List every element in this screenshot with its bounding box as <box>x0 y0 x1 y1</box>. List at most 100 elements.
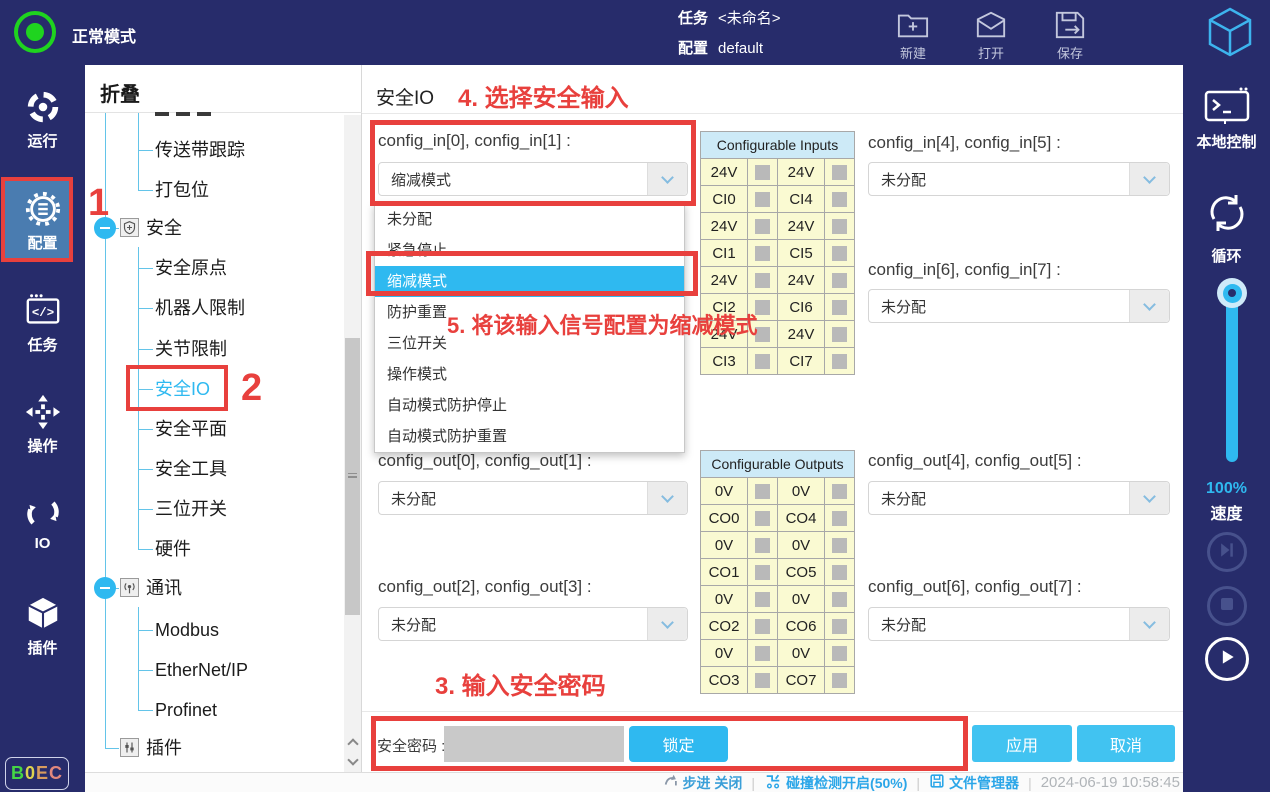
config-row: 配置 default <box>678 37 763 58</box>
brand-letter: C <box>49 763 64 783</box>
io-state-indicator <box>824 531 855 559</box>
new-button[interactable]: 新建 <box>885 7 941 62</box>
brand-letter: E <box>36 763 50 783</box>
tree-item-communication[interactable]: 通讯 <box>146 576 182 600</box>
chevron-down-icon <box>647 482 687 514</box>
tree-item-profinet[interactable]: Profinet <box>155 698 217 722</box>
safety-password-input[interactable] <box>444 726 624 762</box>
file-manager-button[interactable]: 文件管理器 <box>929 773 1019 792</box>
collapse-icon[interactable] <box>94 577 116 599</box>
collision-detection-toggle[interactable]: 碰撞检测开启(50%) <box>764 773 907 792</box>
mode-status-icon <box>14 11 56 53</box>
dropdown-option[interactable]: 紧急停止 <box>375 235 684 266</box>
lock-button[interactable]: 锁定 <box>629 726 728 762</box>
tree-item-robot-limits[interactable]: 机器人限制 <box>155 296 245 320</box>
collapse-icon[interactable] <box>94 217 116 239</box>
stop-button[interactable] <box>1207 586 1247 626</box>
dropdown-option[interactable]: 三位开关 <box>375 328 684 359</box>
sidebar-item-label: 配置 <box>27 235 58 252</box>
tree-item-safety-planes[interactable]: 安全平面 <box>155 417 227 441</box>
tree-item-plugins[interactable]: 插件 <box>146 736 182 760</box>
config-in-6-7-select[interactable]: 未分配 <box>868 289 1170 323</box>
tree-item-joint-limits[interactable]: 关节限制 <box>155 337 227 361</box>
speed-value: 100% <box>1206 480 1247 497</box>
file-manager-label: 文件管理器 <box>949 774 1020 791</box>
tree-item-conveyor-tracking[interactable]: 传送带跟踪 <box>155 138 245 162</box>
dropdown-option[interactable]: 操作模式 <box>375 359 684 390</box>
sidebar-item-run[interactable]: 运行 <box>0 88 85 151</box>
io-state-indicator <box>824 185 855 213</box>
tree-scrollbar[interactable] <box>344 115 361 772</box>
sidebar-item-io[interactable]: IO <box>0 495 85 552</box>
config-in-0-1-select[interactable]: 缩减模式 <box>378 162 688 196</box>
play-button[interactable] <box>1205 637 1249 681</box>
io-state-indicator <box>747 477 778 505</box>
scrollbar-thumb[interactable] <box>345 338 360 615</box>
sidebar-item-label: 插件 <box>27 640 58 657</box>
config-out-6-7-select[interactable]: 未分配 <box>868 607 1170 641</box>
io-cell: CO6 <box>777 612 825 640</box>
tree-line <box>138 113 139 190</box>
config-out-2-3-select[interactable]: 未分配 <box>378 607 688 641</box>
code-window-icon: </> <box>0 292 85 330</box>
tree-item-modbus[interactable]: Modbus <box>155 618 219 642</box>
tree-item-three-position-switch[interactable]: 三位开关 <box>155 497 227 521</box>
stop-icon <box>1218 595 1236 618</box>
table-header: Configurable Outputs <box>700 450 855 478</box>
io-state-indicator <box>824 320 855 348</box>
tree-line <box>138 429 153 430</box>
tree-item-safety-io[interactable]: 安全IO <box>155 377 210 401</box>
save-button[interactable]: 保存 <box>1042 7 1098 62</box>
play-icon <box>1217 647 1237 672</box>
open-button-label: 打开 <box>977 46 1004 61</box>
step-mode-toggle[interactable]: 步进 关闭 <box>663 773 742 792</box>
apply-button[interactable]: 应用 <box>972 725 1072 762</box>
tree-line <box>138 549 153 550</box>
tree-item-packing-position[interactable]: 打包位 <box>155 178 209 202</box>
io-state-indicator <box>747 531 778 559</box>
io-cell: CI6 <box>777 293 825 321</box>
dropdown-option[interactable]: 自动模式防护停止 <box>375 390 684 421</box>
sidebar-item-plugin[interactable]: 插件 <box>0 595 85 658</box>
tree-item-safety-tools[interactable]: 安全工具 <box>155 457 227 481</box>
tree-item-safety[interactable]: 安全 <box>146 216 182 240</box>
io-state-indicator <box>747 239 778 267</box>
config-in-0-1-dropdown-list: 未分配 紧急停止 缩减模式 防护重置 三位开关 操作模式 自动模式防护停止 自动… <box>374 203 685 453</box>
step-forward-button[interactable] <box>1207 532 1247 572</box>
config-in-4-5-select[interactable]: 未分配 <box>868 162 1170 196</box>
shield-icon <box>120 218 139 237</box>
sidebar-item-task[interactable]: </> 任务 <box>0 292 85 355</box>
io-cell: CI5 <box>777 239 825 267</box>
config-in-4-5-label: config_in[4], config_in[5] : <box>868 133 1061 152</box>
speed-slider-knob[interactable] <box>1217 278 1247 308</box>
local-control-button[interactable] <box>1203 86 1251 133</box>
dropdown-option[interactable]: 自动模式防护重置 <box>375 421 684 452</box>
scroll-up-button[interactable] <box>344 732 361 752</box>
dropdown-option-selected[interactable]: 缩减模式 <box>375 266 684 297</box>
chevron-down-icon <box>1129 163 1169 195</box>
dropdown-option[interactable]: 未分配 <box>375 204 684 235</box>
scroll-down-button[interactable] <box>344 752 361 772</box>
sidebar-item-config[interactable]: 配置 <box>0 190 85 253</box>
cancel-button[interactable]: 取消 <box>1077 725 1175 762</box>
loop-label: 循环 <box>1211 248 1242 265</box>
select-value: 未分配 <box>881 490 927 508</box>
config-out-4-5-select[interactable]: 未分配 <box>868 481 1170 515</box>
open-button[interactable]: 打开 <box>963 7 1019 62</box>
run-icon <box>0 88 85 126</box>
dropdown-option[interactable]: 防护重置 <box>375 297 684 328</box>
loop-button[interactable] <box>1204 190 1250 241</box>
tree-item-safety-origin[interactable]: 安全原点 <box>155 256 227 280</box>
brand-letter: B <box>10 763 25 783</box>
tree-item-ethernet-ip[interactable]: EtherNet/IP <box>155 658 248 682</box>
collision-icon <box>764 773 782 792</box>
loop-icon <box>1204 195 1250 240</box>
sidebar-item-operate[interactable]: 操作 <box>0 393 85 456</box>
speed-slider-track[interactable] <box>1226 290 1238 462</box>
config-out-4-5-label: config_out[4], config_out[5] : <box>868 451 1082 470</box>
collapse-tree-button[interactable]: 折叠 <box>100 78 140 107</box>
configurable-inputs-table: Configurable Inputs 24V 24V CI0 CI4 24V 24V… <box>700 131 855 375</box>
tree-item-hardware[interactable]: 硬件 <box>155 537 191 561</box>
io-state-indicator <box>824 666 855 694</box>
config-out-0-1-select[interactable]: 未分配 <box>378 481 688 515</box>
